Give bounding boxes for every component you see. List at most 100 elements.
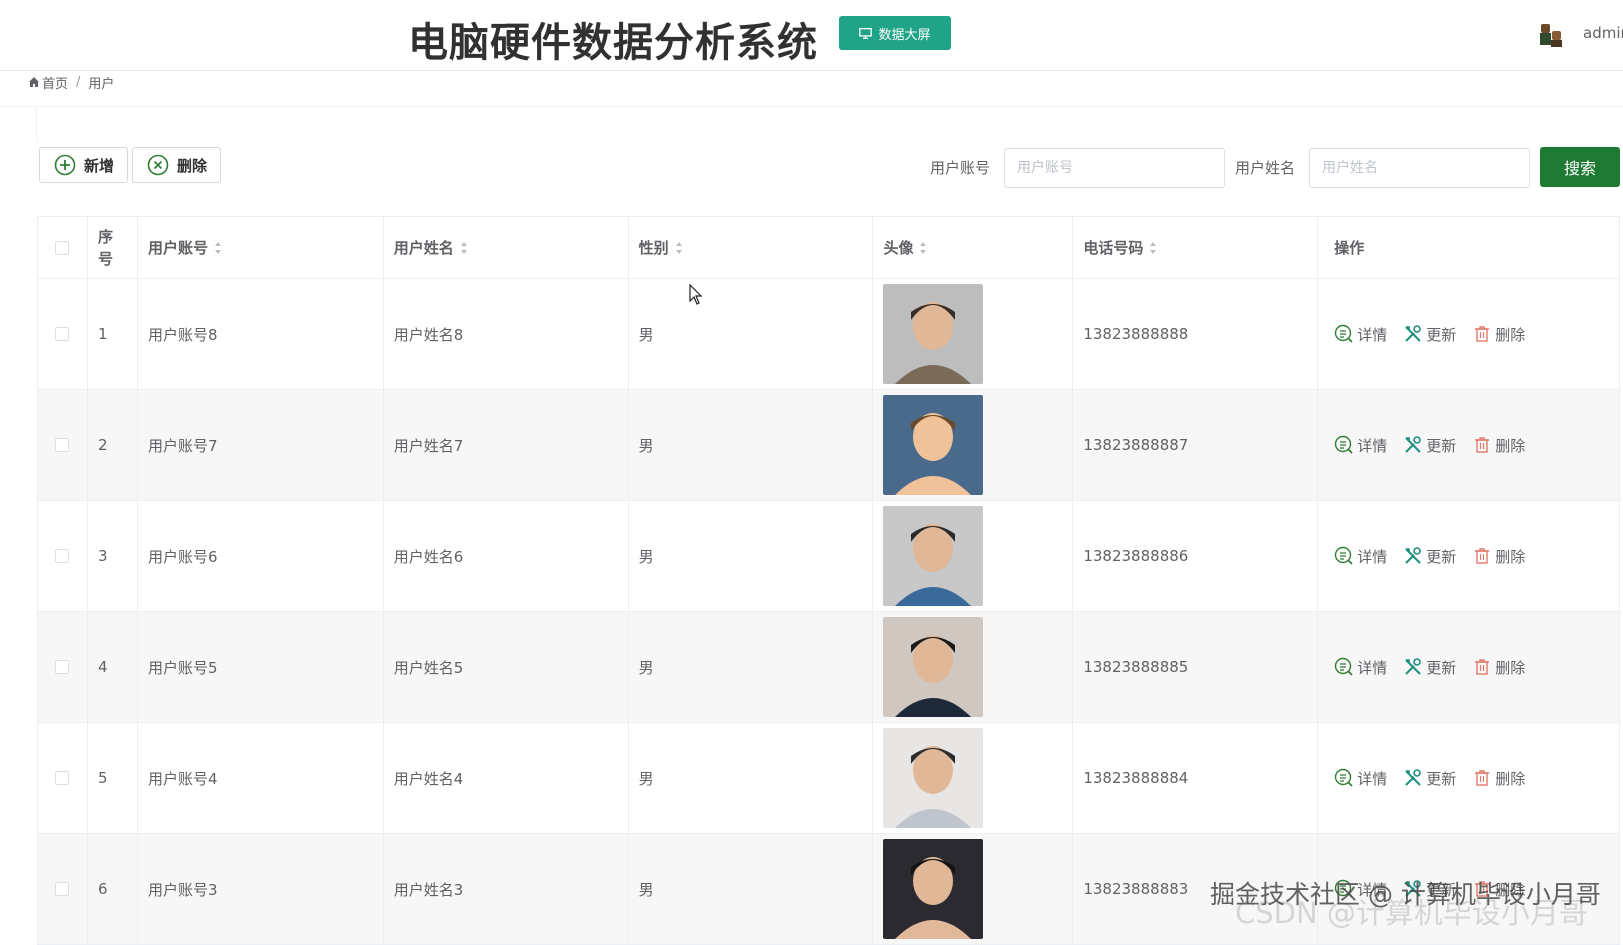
table-row: 3 用户账号6 用户姓名6 男 13823888886 详情 更新 删除 bbox=[38, 501, 1620, 612]
delete-button[interactable]: 删除 bbox=[1472, 435, 1525, 456]
row-select-cell bbox=[38, 723, 88, 834]
col-actions-header: 操作 bbox=[1318, 217, 1620, 279]
row-checkbox[interactable] bbox=[55, 771, 70, 785]
delete-button[interactable]: 删除 bbox=[1472, 546, 1525, 567]
tools-icon bbox=[1405, 769, 1422, 786]
update-button[interactable]: 更新 bbox=[1403, 768, 1456, 789]
row-select-cell bbox=[38, 612, 88, 723]
row-checkbox[interactable] bbox=[55, 660, 70, 674]
data-screen-button[interactable]: 数据大屏 bbox=[839, 16, 951, 50]
trash-icon bbox=[1475, 770, 1490, 786]
user-avatar-image[interactable] bbox=[883, 506, 984, 606]
name-search-label: 用户姓名 bbox=[1235, 159, 1296, 177]
col-avatar-header[interactable]: 头像 bbox=[873, 217, 1074, 279]
select-all-checkbox[interactable] bbox=[55, 240, 70, 255]
delete-button[interactable]: 删除 bbox=[1472, 657, 1525, 678]
detail-button[interactable]: 详情 bbox=[1334, 768, 1387, 789]
user-avatar-image[interactable] bbox=[883, 617, 984, 717]
delete-button[interactable]: 删除 bbox=[1472, 768, 1525, 789]
tools-icon bbox=[1405, 436, 1422, 453]
row-avatar-cell bbox=[873, 390, 1074, 501]
sort-icon[interactable] bbox=[675, 241, 683, 255]
table-row: 1 用户账号8 用户姓名8 男 13823888888 详情 更新 删除 bbox=[38, 279, 1620, 390]
trash-icon bbox=[1475, 548, 1490, 564]
juejin-watermark: 掘金技术社区 @ 计算机毕设小月哥 bbox=[1210, 880, 1601, 909]
row-actions: 详情 更新 删除 bbox=[1318, 723, 1620, 834]
update-label: 更新 bbox=[1426, 325, 1457, 344]
row-phone: 13823888887 bbox=[1073, 390, 1319, 501]
username[interactable]: admin bbox=[1583, 24, 1623, 42]
detail-button[interactable]: 详情 bbox=[1334, 435, 1387, 456]
row-avatar-cell bbox=[873, 723, 1074, 834]
home-icon bbox=[29, 77, 39, 87]
detail-button[interactable]: 详情 bbox=[1334, 324, 1387, 345]
row-sex: 男 bbox=[628, 390, 874, 501]
admin-avatar[interactable] bbox=[1536, 20, 1566, 50]
detail-button[interactable]: 详情 bbox=[1334, 657, 1387, 678]
col-phone-header[interactable]: 电话号码 bbox=[1073, 217, 1319, 279]
row-select-cell bbox=[38, 279, 88, 390]
breadcrumb-divider bbox=[0, 106, 1623, 107]
sort-icon[interactable] bbox=[460, 241, 468, 255]
update-label: 更新 bbox=[1426, 658, 1457, 677]
update-button[interactable]: 更新 bbox=[1403, 657, 1456, 678]
user-avatar-image[interactable] bbox=[883, 728, 984, 828]
user-avatar-image[interactable] bbox=[883, 839, 984, 939]
update-button[interactable]: 更新 bbox=[1403, 435, 1456, 456]
row-account: 用户账号5 bbox=[137, 612, 384, 723]
update-button[interactable]: 更新 bbox=[1403, 324, 1456, 345]
add-button-label: 新增 bbox=[84, 156, 115, 175]
row-actions: 详情 更新 删除 bbox=[1318, 612, 1620, 723]
batch-delete-button[interactable]: 删除 bbox=[132, 147, 221, 183]
breadcrumb-home[interactable]: 首页 bbox=[42, 73, 68, 92]
sort-icon[interactable] bbox=[214, 241, 222, 255]
search-button[interactable]: 搜索 bbox=[1540, 147, 1620, 187]
close-circle-icon bbox=[147, 154, 169, 176]
user-avatar-image[interactable] bbox=[883, 395, 984, 495]
table-row: 2 用户账号7 用户姓名7 男 13823888887 详情 更新 删除 bbox=[38, 390, 1620, 501]
delete-label: 删除 bbox=[1495, 325, 1526, 344]
plus-circle-icon bbox=[54, 154, 76, 176]
trash-icon bbox=[1475, 437, 1490, 453]
row-checkbox[interactable] bbox=[55, 882, 70, 896]
update-button[interactable]: 更新 bbox=[1403, 546, 1456, 567]
sort-icon[interactable] bbox=[1149, 241, 1157, 255]
row-account: 用户账号7 bbox=[137, 390, 384, 501]
col-name-header[interactable]: 用户姓名 bbox=[383, 217, 629, 279]
tools-icon bbox=[1405, 325, 1422, 342]
select-all-cell bbox=[38, 217, 88, 279]
detail-button[interactable]: 详情 bbox=[1334, 546, 1387, 567]
row-index: 2 bbox=[87, 390, 138, 501]
row-select-cell bbox=[38, 501, 88, 612]
user-avatar-image[interactable] bbox=[883, 284, 984, 384]
table-body: 1 用户账号8 用户姓名8 男 13823888888 详情 更新 删除 2 用户账号7 用户姓名7… bbox=[38, 279, 1620, 945]
breadcrumb-separator: / bbox=[76, 74, 81, 90]
row-sex: 男 bbox=[628, 279, 874, 390]
row-account: 用户账号3 bbox=[137, 834, 384, 945]
row-actions: 详情 更新 删除 bbox=[1318, 390, 1620, 501]
row-index: 1 bbox=[87, 279, 138, 390]
row-select-cell bbox=[38, 390, 88, 501]
row-select-cell bbox=[38, 834, 88, 945]
update-label: 更新 bbox=[1426, 547, 1457, 566]
col-account-header[interactable]: 用户账号 bbox=[137, 217, 384, 279]
delete-button[interactable]: 删除 bbox=[1472, 324, 1525, 345]
row-phone: 13823888888 bbox=[1073, 279, 1319, 390]
table-row: 4 用户账号5 用户姓名5 男 13823888885 详情 更新 删除 bbox=[38, 612, 1620, 723]
account-search-input[interactable] bbox=[1004, 148, 1225, 188]
top-header: 电脑硬件数据分析系统 数据大屏 admin bbox=[0, 0, 1623, 71]
detail-icon bbox=[1334, 435, 1353, 454]
col-sex-header[interactable]: 性别 bbox=[628, 217, 874, 279]
row-index: 5 bbox=[87, 723, 138, 834]
sort-icon[interactable] bbox=[919, 241, 927, 255]
row-checkbox[interactable] bbox=[55, 327, 70, 341]
name-search-input[interactable] bbox=[1309, 148, 1530, 188]
row-index: 4 bbox=[87, 612, 138, 723]
row-checkbox[interactable] bbox=[55, 438, 70, 452]
detail-icon bbox=[1334, 768, 1353, 787]
col-name-label: 用户姓名 bbox=[393, 239, 454, 257]
add-button[interactable]: 新增 bbox=[39, 147, 128, 183]
row-checkbox[interactable] bbox=[55, 549, 70, 563]
row-name: 用户姓名7 bbox=[383, 390, 629, 501]
row-name: 用户姓名8 bbox=[383, 279, 629, 390]
